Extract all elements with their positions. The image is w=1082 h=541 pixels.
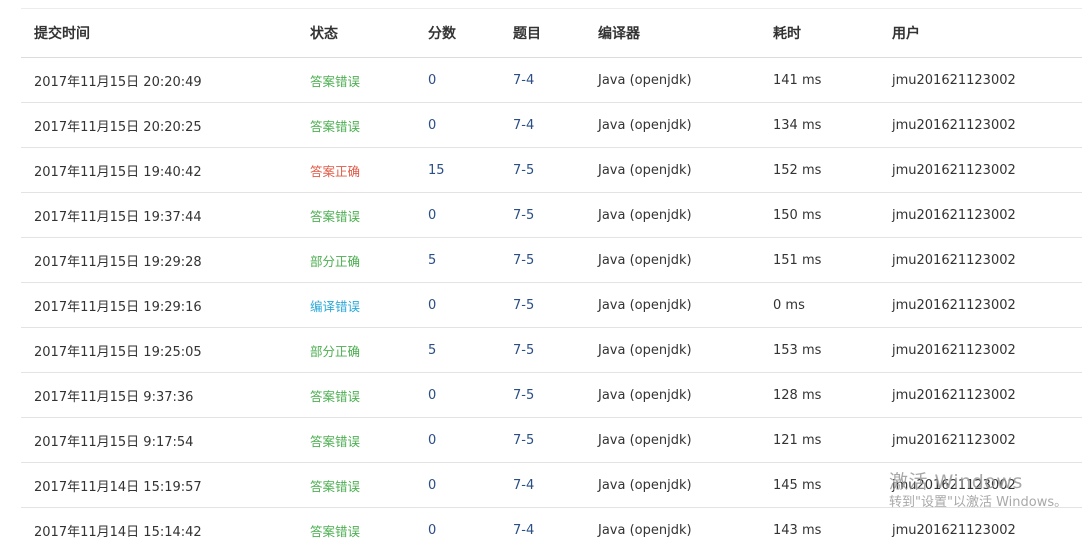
- table-row: 2017年11月15日 20:20:25 答案错误 0 7-4 Java (op…: [21, 103, 1082, 148]
- time-cost: 145 ms: [773, 477, 822, 493]
- problem-link[interactable]: 7-5: [513, 163, 534, 178]
- table-header: 提交时间 状态 分数 题目 编译器 耗时 用户: [21, 9, 1082, 58]
- score-link[interactable]: 0: [428, 118, 436, 133]
- time-cost: 151 ms: [773, 252, 822, 268]
- table-row: 2017年11月15日 19:25:05 部分正确 5 7-5 Java (op…: [21, 328, 1082, 373]
- user-name: jmu201621123002: [892, 387, 1016, 403]
- problem-link[interactable]: 7-4: [513, 73, 534, 88]
- status-link[interactable]: 部分正确: [310, 344, 360, 359]
- compiler: Java (openjdk): [598, 207, 692, 223]
- compiler: Java (openjdk): [598, 342, 692, 358]
- user-name: jmu201621123002: [892, 207, 1016, 223]
- user-name: jmu201621123002: [892, 297, 1016, 313]
- time-cost: 0 ms: [773, 297, 805, 313]
- status-link[interactable]: 答案正确: [310, 164, 360, 179]
- submit-time: 2017年11月15日 19:29:28: [34, 254, 202, 270]
- compiler: Java (openjdk): [598, 477, 692, 493]
- compiler: Java (openjdk): [598, 387, 692, 403]
- table-row: 2017年11月15日 9:17:54 答案错误 0 7-5 Java (ope…: [21, 418, 1082, 463]
- score-link[interactable]: 5: [428, 343, 436, 358]
- submit-time: 2017年11月15日 20:20:49: [34, 74, 202, 90]
- user-name: jmu201621123002: [892, 522, 1016, 538]
- user-name: jmu201621123002: [892, 162, 1016, 178]
- status-link[interactable]: 答案错误: [310, 479, 360, 494]
- compiler: Java (openjdk): [598, 72, 692, 88]
- problem-link[interactable]: 7-5: [513, 298, 534, 313]
- status-link[interactable]: 部分正确: [310, 254, 360, 269]
- user-name: jmu201621123002: [892, 252, 1016, 268]
- score-link[interactable]: 0: [428, 478, 436, 493]
- submissions-table: 提交时间 状态 分数 题目 编译器 耗时 用户 2017年11月15日 20:2…: [21, 8, 1082, 541]
- header-compiler: 编译器: [598, 26, 640, 42]
- submit-time: 2017年11月15日 19:37:44: [34, 209, 202, 225]
- header-problem: 题目: [513, 26, 541, 42]
- compiler: Java (openjdk): [598, 432, 692, 448]
- time-cost: 141 ms: [773, 72, 822, 88]
- header-cost: 耗时: [773, 26, 801, 42]
- table-row: 2017年11月14日 15:14:42 答案错误 0 7-4 Java (op…: [21, 508, 1082, 541]
- table-row: 2017年11月15日 19:40:42 答案正确 15 7-5 Java (o…: [21, 148, 1082, 193]
- submit-time: 2017年11月14日 15:14:42: [34, 524, 202, 540]
- table-row: 2017年11月15日 20:20:49 答案错误 0 7-4 Java (op…: [21, 58, 1082, 103]
- header-score: 分数: [428, 26, 456, 42]
- time-cost: 121 ms: [773, 432, 822, 448]
- problem-link[interactable]: 7-4: [513, 523, 534, 538]
- problem-link[interactable]: 7-4: [513, 478, 534, 493]
- submit-time: 2017年11月15日 20:20:25: [34, 119, 202, 135]
- header-time: 提交时间: [34, 26, 90, 42]
- table-row: 2017年11月15日 9:37:36 答案错误 0 7-5 Java (ope…: [21, 373, 1082, 418]
- score-link[interactable]: 0: [428, 523, 436, 538]
- status-link[interactable]: 答案错误: [310, 209, 360, 224]
- score-link[interactable]: 15: [428, 163, 445, 178]
- status-link[interactable]: 答案错误: [310, 434, 360, 449]
- problem-link[interactable]: 7-5: [513, 343, 534, 358]
- score-link[interactable]: 0: [428, 208, 436, 223]
- score-link[interactable]: 5: [428, 253, 436, 268]
- time-cost: 152 ms: [773, 162, 822, 178]
- problem-link[interactable]: 7-5: [513, 433, 534, 448]
- submit-time: 2017年11月15日 19:25:05: [34, 344, 202, 360]
- table-row: 2017年11月15日 19:29:16 编译错误 0 7-5 Java (op…: [21, 283, 1082, 328]
- compiler: Java (openjdk): [598, 297, 692, 313]
- status-link[interactable]: 答案错误: [310, 389, 360, 404]
- user-name: jmu201621123002: [892, 72, 1016, 88]
- user-name: jmu201621123002: [892, 342, 1016, 358]
- submission-list-page: 提交时间 状态 分数 题目 编译器 耗时 用户 2017年11月15日 20:2…: [0, 0, 1082, 541]
- compiler: Java (openjdk): [598, 162, 692, 178]
- table-row: 2017年11月15日 19:29:28 部分正确 5 7-5 Java (op…: [21, 238, 1082, 283]
- submit-time: 2017年11月15日 9:17:54: [34, 434, 194, 450]
- score-link[interactable]: 0: [428, 433, 436, 448]
- time-cost: 128 ms: [773, 387, 822, 403]
- score-link[interactable]: 0: [428, 298, 436, 313]
- status-link[interactable]: 答案错误: [310, 74, 360, 89]
- submit-time: 2017年11月15日 19:29:16: [34, 299, 202, 315]
- compiler: Java (openjdk): [598, 252, 692, 268]
- user-name: jmu201621123002: [892, 117, 1016, 133]
- time-cost: 143 ms: [773, 522, 822, 538]
- status-link[interactable]: 编译错误: [310, 299, 360, 314]
- table-row: 2017年11月15日 19:37:44 答案错误 0 7-5 Java (op…: [21, 193, 1082, 238]
- problem-link[interactable]: 7-5: [513, 208, 534, 223]
- submit-time: 2017年11月15日 19:40:42: [34, 164, 202, 180]
- status-link[interactable]: 答案错误: [310, 524, 360, 539]
- user-name: jmu201621123002: [892, 477, 1016, 493]
- submit-time: 2017年11月14日 15:19:57: [34, 479, 202, 495]
- compiler: Java (openjdk): [598, 117, 692, 133]
- problem-link[interactable]: 7-5: [513, 253, 534, 268]
- submit-time: 2017年11月15日 9:37:36: [34, 389, 194, 405]
- time-cost: 134 ms: [773, 117, 822, 133]
- problem-link[interactable]: 7-5: [513, 388, 534, 403]
- header-status: 状态: [310, 26, 338, 42]
- status-link[interactable]: 答案错误: [310, 119, 360, 134]
- compiler: Java (openjdk): [598, 522, 692, 538]
- table-row: 2017年11月14日 15:19:57 答案错误 0 7-4 Java (op…: [21, 463, 1082, 508]
- score-link[interactable]: 0: [428, 388, 436, 403]
- score-link[interactable]: 0: [428, 73, 436, 88]
- time-cost: 153 ms: [773, 342, 822, 358]
- header-user: 用户: [892, 26, 920, 42]
- time-cost: 150 ms: [773, 207, 822, 223]
- problem-link[interactable]: 7-4: [513, 118, 534, 133]
- user-name: jmu201621123002: [892, 432, 1016, 448]
